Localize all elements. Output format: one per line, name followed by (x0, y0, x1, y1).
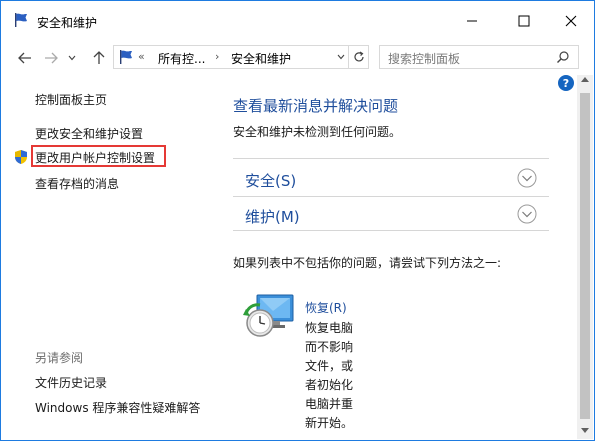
arrow-left-icon (18, 52, 31, 64)
flag-icon (120, 50, 132, 64)
breadcrumb-overflow[interactable]: « (138, 50, 145, 63)
search-placeholder: 搜索控制面板 (388, 52, 461, 66)
chevron-down-circle-icon[interactable] (517, 204, 537, 224)
minimize-icon (467, 20, 477, 22)
maintenance-section-label: 维护(M) (245, 208, 300, 226)
search-box[interactable]: 搜索控制面板 (379, 45, 579, 69)
window-title: 安全和维护 (37, 16, 98, 30)
recent-locations-button[interactable] (65, 48, 79, 68)
maximize-button[interactable] (501, 1, 547, 41)
see-also-heading: 另请参阅 (35, 351, 84, 365)
address-bar[interactable]: « 所有控... › 安全和维护 (113, 45, 349, 69)
troubleshoot-hint: 如果列表中不包括你的问题，请尝试下列方法之一: (233, 256, 502, 270)
recovery-description-line: 新开始。 (305, 416, 354, 430)
sidebar-item-file-history[interactable]: 文件历史记录 (35, 374, 107, 391)
scroll-thumb[interactable] (580, 93, 590, 419)
sidebar-item-change-uac-settings[interactable]: 更改用户帐户控制设置 (35, 149, 155, 166)
back-button[interactable] (15, 48, 35, 68)
navigation-bar: « 所有控... › 安全和维护 搜索控制面板 (1, 43, 594, 73)
breadcrumb-separator[interactable]: › (215, 50, 219, 63)
divider (233, 158, 549, 159)
scroll-down-arrow[interactable] (581, 428, 589, 433)
recovery-description-line: 文件，或 (305, 359, 354, 373)
chevron-down-circle-icon[interactable] (517, 168, 537, 188)
flag-icon (15, 13, 27, 27)
help-icon[interactable]: ? (558, 75, 574, 91)
recovery-description-line: 电脑并重 (305, 397, 354, 411)
vertical-scrollbar[interactable] (577, 75, 593, 439)
recovery-description-line: 而不影响 (305, 340, 354, 354)
refresh-button[interactable] (349, 45, 369, 69)
close-icon (565, 15, 577, 27)
recovery-icon (243, 294, 294, 337)
scroll-up-arrow[interactable] (581, 77, 589, 82)
sidebar-item-compatibility-troubleshooter[interactable]: Windows 程序兼容性疑难解答 (35, 399, 200, 416)
window-frame: 安全和维护 « 所有控... › 安全和维护 搜索控制面板 ? 控制面板主页 更… (0, 0, 595, 441)
recovery-description-line: 恢复电脑 (305, 321, 354, 335)
title-bar: 安全和维护 (1, 1, 594, 41)
forward-button[interactable] (41, 48, 61, 68)
sidebar-item-view-archived-messages[interactable]: 查看存档的消息 (35, 175, 119, 192)
recovery-description-line: 者初始化 (305, 378, 354, 392)
security-section-label: 安全(S) (245, 172, 297, 190)
page-title: 查看最新消息并解决问题 (233, 97, 399, 115)
minimize-button[interactable] (449, 1, 495, 41)
divider (233, 230, 549, 231)
arrow-right-icon (45, 52, 58, 64)
breadcrumb-all-control-panel[interactable]: 所有控... (158, 50, 205, 67)
recovery-link[interactable]: 恢复(R) (305, 299, 347, 316)
uac-shield-icon (15, 150, 27, 164)
maintenance-section-header[interactable]: 维护(M) (233, 197, 549, 231)
sidebar-item-change-security-settings[interactable]: 更改安全和维护设置 (35, 125, 143, 142)
chevron-down-icon[interactable] (336, 51, 346, 63)
arrow-up-icon (93, 51, 105, 64)
recovery-description: 恢复电脑 而不影响 文件，或 者初始化 电脑并重 新开始。 (305, 319, 365, 433)
breadcrumb-security-maintenance[interactable]: 安全和维护 (231, 50, 291, 67)
chevron-down-icon (68, 55, 76, 61)
maximize-icon (518, 15, 530, 27)
sidebar-item-home[interactable]: 控制面板主页 (35, 91, 107, 108)
search-icon[interactable] (556, 50, 570, 64)
close-button[interactable] (548, 1, 594, 41)
security-section-header[interactable]: 安全(S) (233, 161, 549, 195)
status-message: 安全和维护未检测到任何问题。 (233, 125, 402, 139)
up-button[interactable] (89, 48, 109, 68)
refresh-icon (353, 51, 364, 62)
